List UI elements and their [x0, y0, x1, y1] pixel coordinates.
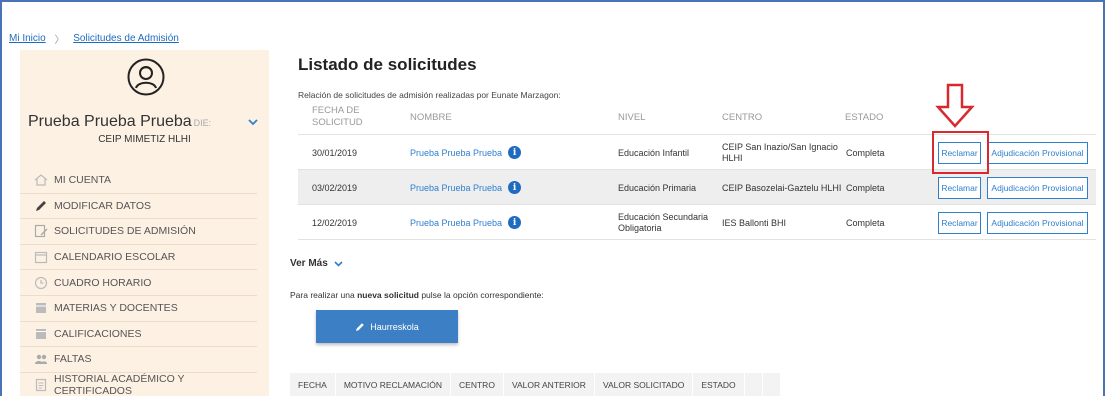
cell-nombre: Prueba Prueba Prueba i: [410, 205, 522, 240]
sidebar-item-label: MODIFICAR DATOS: [54, 199, 152, 212]
people-icon: [34, 352, 48, 366]
breadcrumb-separator-icon: 〉: [54, 35, 65, 46]
adjudicacion-provisional-button[interactable]: Adjudicación Provisional: [987, 142, 1088, 164]
nueva-suffix: pulse la opción correspondiente:: [418, 290, 544, 300]
sidebar-item-calificaciones[interactable]: CALIFICACIONES: [20, 322, 257, 348]
sidebar-item-label: SOLICITUDES DE ADMISIÓN: [54, 225, 196, 238]
column-header-motivo: MOTIVO RECLAMACIÓN: [336, 373, 452, 396]
info-icon[interactable]: i: [508, 146, 522, 159]
profile-name-text: Prueba Prueba Prueba: [28, 113, 192, 130]
reclamar-button[interactable]: Reclamar: [938, 212, 981, 234]
calendar-icon: [34, 250, 48, 264]
column-header-nivel: NIVEL: [618, 112, 646, 123]
sidebar-item-mi-cuenta[interactable]: MI CUENTA: [20, 168, 257, 194]
sidebar-item-label: CUADRO HORARIO: [54, 276, 152, 289]
nueva-solicitud-text: Para realizar una nueva solicitud pulse …: [290, 290, 544, 300]
breadcrumb: Mi Inicio 〉 Solicitudes de Admisión: [9, 31, 179, 46]
book-icon: [34, 301, 48, 315]
nombre-link[interactable]: Prueba Prueba Prueba: [410, 183, 502, 193]
adjudicacion-provisional-button[interactable]: Adjudicación Provisional: [987, 212, 1088, 234]
column-header-centro: CENTRO: [451, 373, 504, 396]
column-header-fecha-line1: FECHA DE: [312, 105, 360, 116]
highlight-box: [932, 131, 989, 174]
reclamaciones-table-header: FECHA MOTIVO RECLAMACIÓN CENTRO VALOR AN…: [290, 373, 781, 396]
profile-school: CEIP MIMETIZ HLHI: [98, 134, 191, 145]
sidebar-item-label: FALTAS: [54, 353, 92, 366]
cell-estado: Completa: [846, 147, 885, 158]
cell-fecha: 30/01/2019: [312, 147, 358, 158]
profile-die-label: DIE:: [193, 118, 212, 128]
cell-nombre: Prueba Prueba Prueba i: [410, 170, 522, 205]
column-header-fecha-line2: SOLICITUD: [312, 117, 363, 128]
column-header-valor-solicitado: VALOR SOLICITADO: [595, 373, 694, 396]
profile-name: Prueba Prueba Prueba DIE:: [28, 113, 211, 131]
haurreskola-button[interactable]: Haurreskola: [316, 310, 458, 343]
cell-nivel: Educación Secundaria Obligatoria: [618, 211, 709, 233]
sidebar-item-cuadro-horario[interactable]: CUADRO HORARIO: [20, 270, 257, 296]
info-icon[interactable]: i: [508, 216, 522, 229]
page-subtitle: Relación de solicitudes de admisión real…: [298, 90, 561, 100]
certificate-icon: [34, 378, 48, 392]
nombre-link[interactable]: Prueba Prueba Prueba: [410, 218, 502, 228]
haurreskola-label: Haurreskola: [370, 321, 419, 332]
column-header-empty: [745, 373, 763, 396]
table-row: 12/02/2019 Prueba Prueba Prueba i Educac…: [298, 204, 1096, 239]
cell-estado: Completa: [846, 217, 885, 228]
column-header-empty: [763, 373, 781, 396]
column-header-valor-anterior: VALOR ANTERIOR: [504, 373, 595, 396]
page-title: Listado de solicitudes: [298, 55, 477, 74]
home-icon: [34, 173, 48, 187]
info-icon[interactable]: i: [508, 181, 522, 194]
nueva-bold: nueva solicitud: [357, 290, 419, 300]
reclamar-button[interactable]: Reclamar: [938, 177, 981, 199]
table-header: FECHA DE SOLICITUD NOMBRE NIVEL CENTRO E…: [298, 104, 1096, 134]
cell-nombre: Prueba Prueba Prueba i: [410, 135, 522, 170]
sidebar-item-materias-docentes[interactable]: MATERIAS Y DOCENTES: [20, 296, 257, 322]
column-header-estado: ESTADO: [845, 112, 884, 123]
cell-fecha: 03/02/2019: [312, 182, 358, 193]
sidebar-item-label: CALIFICACIONES: [54, 327, 142, 340]
cell-nivel: Educación Infantil: [618, 147, 690, 158]
sidebar-item-calendario[interactable]: CALENDARIO ESCOLAR: [20, 245, 257, 271]
sidebar-item-faltas[interactable]: FALTAS: [20, 347, 257, 373]
nueva-prefix: Para realizar una: [290, 290, 358, 300]
sidebar-item-label: MI CUENTA: [54, 174, 111, 187]
pencil-icon: [34, 199, 48, 213]
chevron-down-icon: [334, 260, 343, 267]
table-row: 03/02/2019 Prueba Prueba Prueba i Educac…: [298, 169, 1096, 204]
column-header-centro: CENTRO: [722, 112, 763, 123]
sidebar-item-label: MATERIAS Y DOCENTES: [54, 302, 178, 315]
sidebar-item-label: CALENDARIO ESCOLAR: [54, 251, 176, 264]
column-header-estado: ESTADO: [693, 373, 745, 396]
sidebar-item-solicitudes-admision[interactable]: SOLICITUDES DE ADMISIÓN: [20, 219, 257, 245]
pencil-icon: [356, 322, 364, 331]
cell-nivel: Educación Primaria: [618, 182, 697, 193]
cell-estado: Completa: [846, 182, 885, 193]
column-header-fecha: FECHA DE SOLICITUD: [312, 105, 363, 129]
ver-mas-link[interactable]: Ver Más: [290, 258, 343, 269]
user-avatar-icon: [127, 58, 165, 96]
cell-centro: CEIP San Inazio/San Ignacio HLHI: [722, 141, 838, 163]
breadcrumb-current-link[interactable]: Solicitudes de Admisión: [73, 33, 179, 44]
adjudicacion-provisional-button[interactable]: Adjudicación Provisional: [987, 177, 1088, 199]
column-header-nombre: NOMBRE: [410, 112, 452, 123]
cell-centro: CEIP Basozelai-Gaztelu HLHI: [722, 182, 842, 193]
document-edit-icon: [34, 224, 48, 238]
ver-mas-label: Ver Más: [290, 258, 328, 269]
sidebar: Prueba Prueba Prueba DIE: CEIP MIMETIZ HL…: [20, 50, 269, 396]
nombre-link[interactable]: Prueba Prueba Prueba: [410, 148, 502, 158]
column-header-fecha-reclamacion: FECHA: [290, 373, 336, 396]
breadcrumb-home-link[interactable]: Mi Inicio: [9, 33, 46, 44]
grades-icon: [34, 327, 48, 341]
sidebar-menu: MI CUENTA MODIFICAR DATOS SOLICITUDES DE…: [20, 168, 269, 396]
chevron-down-icon[interactable]: [248, 118, 258, 126]
sidebar-item-modificar-datos[interactable]: MODIFICAR DATOS: [20, 194, 257, 220]
sidebar-item-label: HISTORIAL ACADÉMICO Y CERTIFICADOS: [54, 373, 185, 396]
clock-icon: [34, 276, 48, 290]
sidebar-item-historial[interactable]: HISTORIAL ACADÉMICO Y CERTIFICADOS: [20, 373, 257, 396]
cell-fecha: 12/02/2019: [312, 217, 358, 228]
cell-centro: IES Ballonti BHI: [722, 217, 787, 228]
